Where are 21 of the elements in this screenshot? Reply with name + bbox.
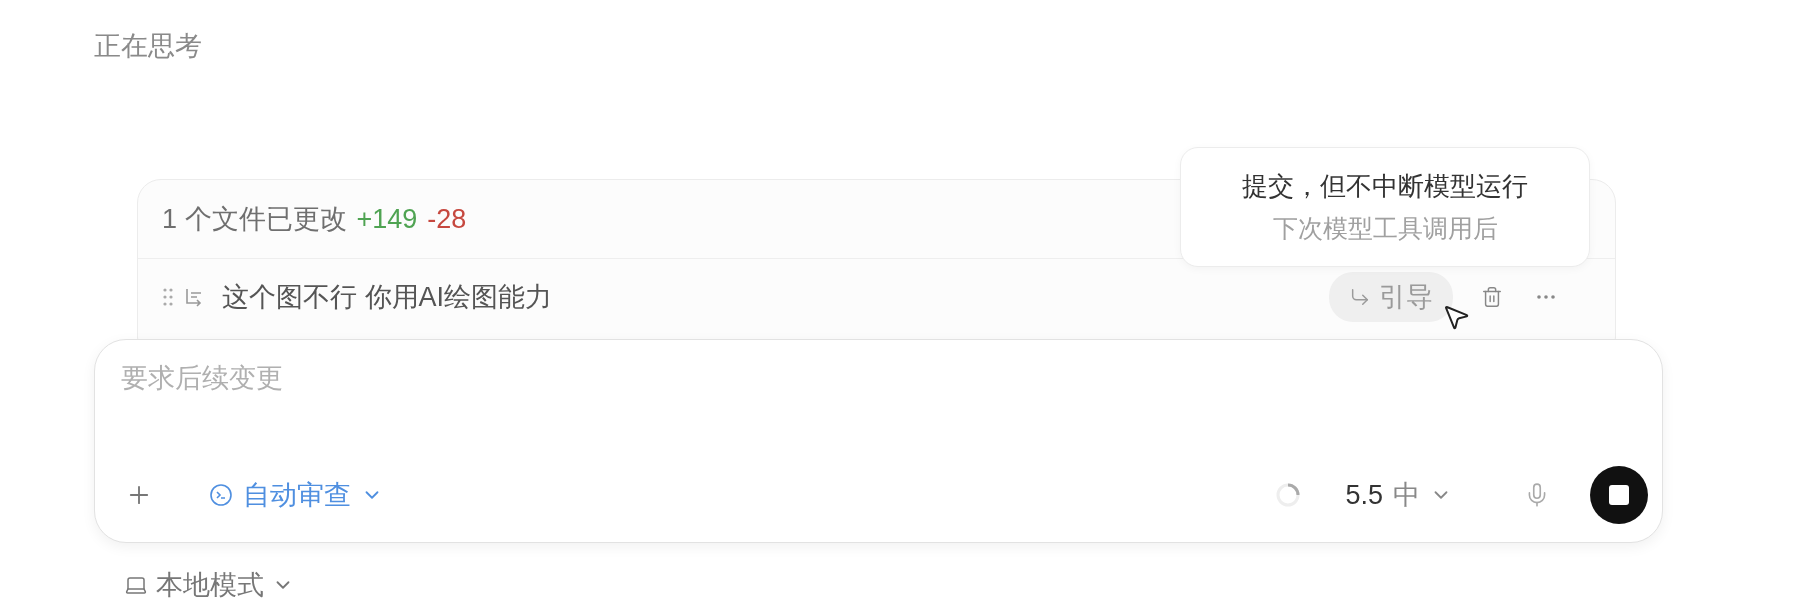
effort-level: 中	[1393, 479, 1420, 512]
terminal-icon	[209, 483, 233, 507]
lines-removed: -28	[427, 203, 467, 235]
message-input[interactable]: 要求后续变更	[119, 362, 1023, 395]
stop-icon	[1609, 485, 1629, 505]
changes-summary: 1 个文件已更改	[162, 203, 347, 236]
local-mode-dropdown[interactable]: 本地模式	[124, 567, 294, 603]
loading-spinner-icon	[1275, 482, 1302, 508]
stop-button[interactable]	[1590, 466, 1648, 524]
model-version: 5.5	[1345, 479, 1383, 511]
steer-arrow-icon	[1349, 286, 1371, 308]
model-dropdown[interactable]: 5.5 中	[1341, 473, 1456, 517]
thinking-status: 正在思考	[94, 30, 203, 63]
lines-added: +149	[356, 203, 418, 235]
queued-message: 这个图不行 你用AI绘图能力	[222, 281, 552, 314]
trash-icon	[1481, 286, 1503, 308]
tooltip-subtitle: 下次模型工具调用后	[1272, 213, 1498, 244]
more-icon	[1537, 295, 1555, 299]
review-mode-dropdown[interactable]: 自动审查	[205, 473, 387, 517]
tooltip-title: 提交，但不中断模型运行	[1242, 170, 1528, 203]
drag-handle-icon[interactable]	[162, 287, 174, 307]
